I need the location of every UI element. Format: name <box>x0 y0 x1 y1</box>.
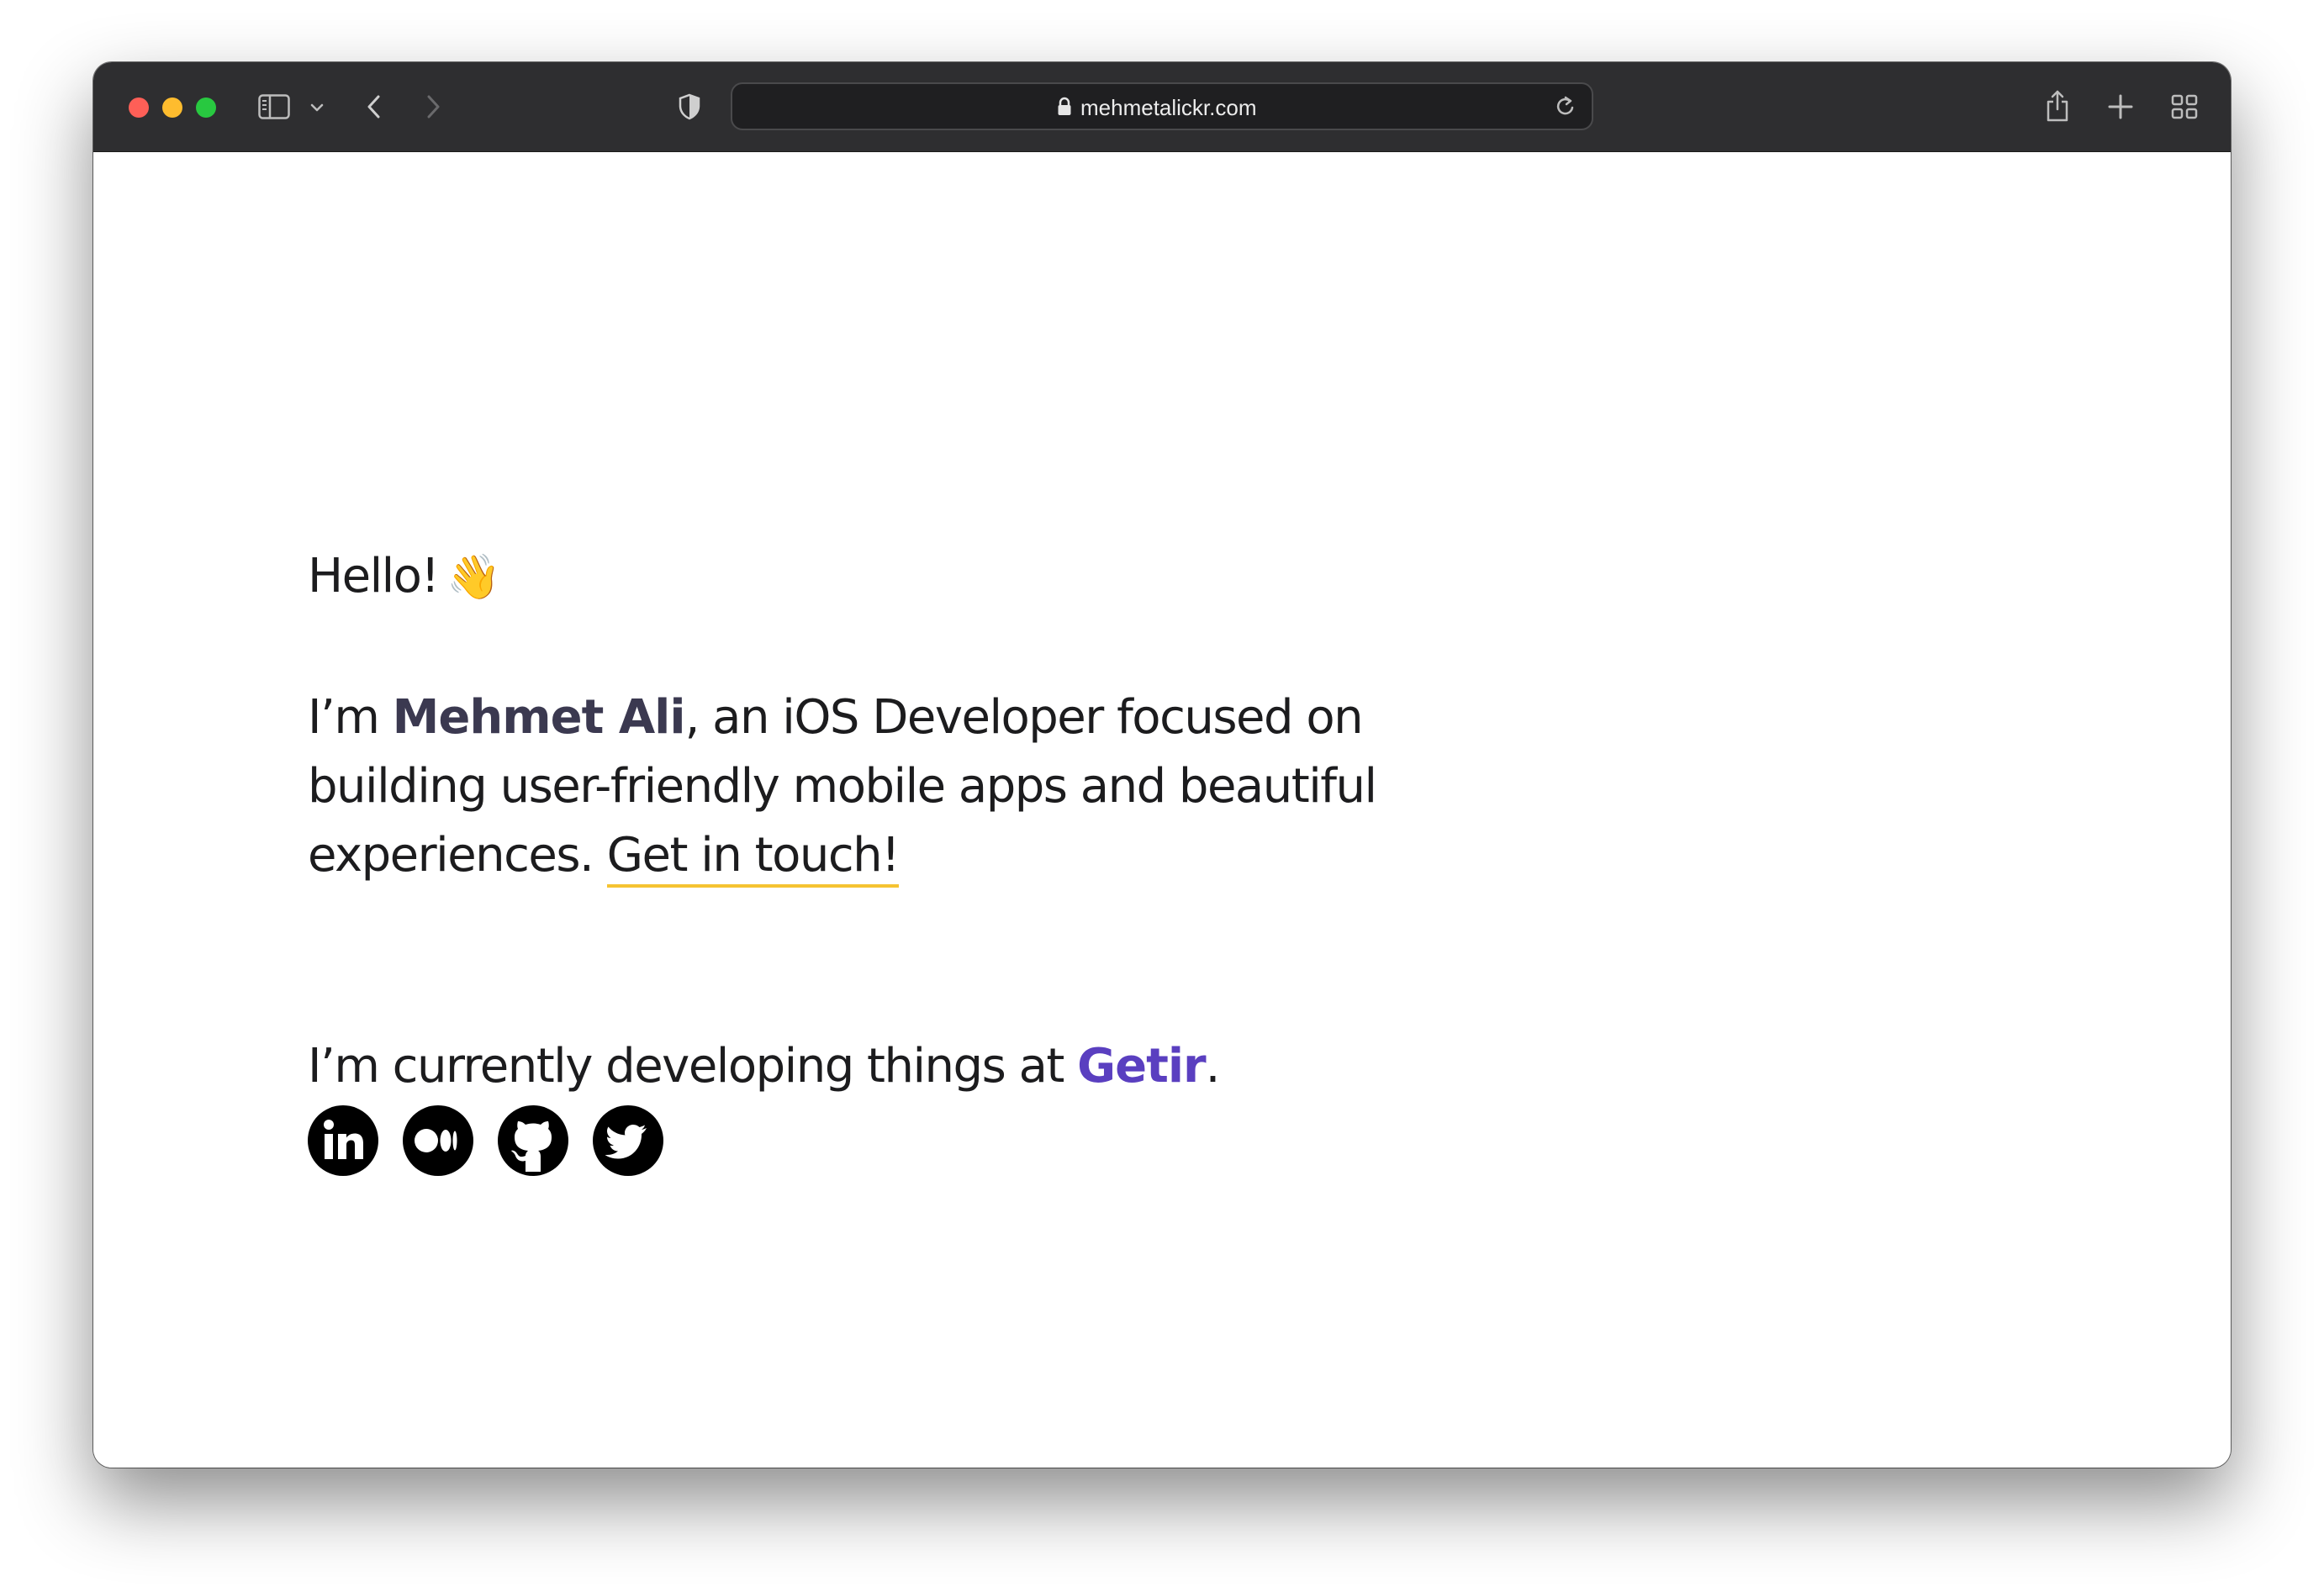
current-suffix: . <box>1205 1039 1221 1094</box>
minimize-button[interactable] <box>162 98 182 118</box>
intro-line-1: I’m Mehmet Ali, an iOS Developer focused… <box>308 683 1376 752</box>
tab-overview-icon[interactable] <box>2171 94 2198 119</box>
intro-line-2: building user-friendly mobile apps and b… <box>308 759 1377 814</box>
share-icon[interactable] <box>2045 89 2070 123</box>
company-link[interactable]: Getir <box>1077 1039 1207 1094</box>
reload-icon[interactable] <box>1555 95 1577 123</box>
shield-icon[interactable] <box>678 93 701 120</box>
forward-icon[interactable] <box>425 94 441 119</box>
url-text: mehmetalickr.com <box>1080 95 1257 120</box>
lock-icon <box>1057 97 1072 121</box>
linkedin-link[interactable] <box>308 1105 378 1176</box>
author-name: Mehmet Ali <box>392 690 686 745</box>
medium-link[interactable] <box>403 1105 473 1176</box>
intro-line-3: experiences. Get in touch! <box>308 821 1376 890</box>
intro-line-3-prefix: experiences. <box>308 828 607 883</box>
current-work: I’m currently developing things at Getir… <box>308 1039 1221 1094</box>
github-icon <box>498 1105 568 1176</box>
greeting-text: Hello! <box>308 549 440 604</box>
linkedin-icon <box>308 1105 378 1176</box>
new-tab-icon[interactable] <box>2108 94 2133 119</box>
browser-window: mehmetalickr.com Hello! 👋 I’m Mehmet Ali,… <box>93 62 2231 1468</box>
medium-icon <box>403 1105 473 1176</box>
address-bar[interactable]: mehmetalickr.com <box>731 82 1593 130</box>
close-button[interactable] <box>129 98 149 118</box>
github-link[interactable] <box>498 1105 568 1176</box>
get-in-touch-link[interactable]: Get in touch! <box>606 828 901 888</box>
zoom-button[interactable] <box>196 98 216 118</box>
intro-line-1-rest: , an iOS Developer focused on <box>684 690 1364 745</box>
sidebar-icon[interactable] <box>258 94 290 119</box>
waving-hand-emoji: 👋 <box>446 552 501 603</box>
twitter-link[interactable] <box>593 1105 663 1176</box>
greeting: Hello! 👋 <box>308 549 501 604</box>
intro-prefix: I’m <box>308 690 393 745</box>
back-icon[interactable] <box>366 94 383 119</box>
twitter-icon <box>593 1105 663 1176</box>
current-prefix: I’m currently developing things at <box>308 1039 1078 1094</box>
browser-toolbar: mehmetalickr.com <box>93 62 2231 152</box>
chevron-down-icon[interactable] <box>310 103 324 113</box>
social-links <box>308 1105 663 1176</box>
intro-paragraph: I’m Mehmet Ali, an iOS Developer focused… <box>308 683 1377 890</box>
page-content: Hello! 👋 I’m Mehmet Ali, an iOS Developer… <box>93 152 2231 1468</box>
